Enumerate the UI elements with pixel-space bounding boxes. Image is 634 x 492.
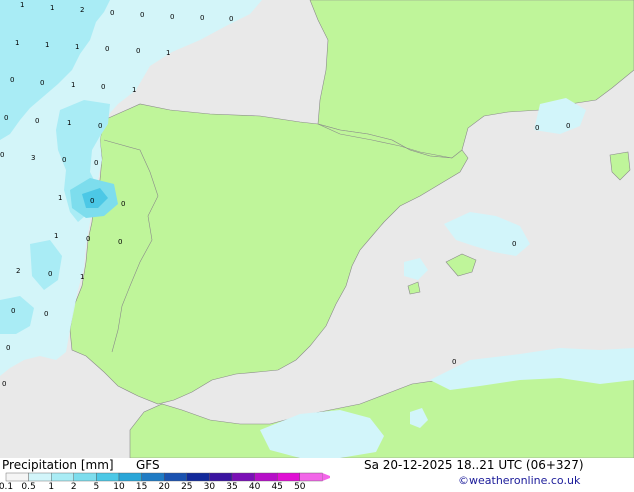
scale-swatch xyxy=(118,472,142,482)
value-label: 0 xyxy=(6,344,10,352)
value-label: 0 xyxy=(110,9,114,17)
value-label: 1 xyxy=(71,81,75,89)
value-label: 2 xyxy=(16,267,20,275)
value-label: 0 xyxy=(44,310,48,318)
value-label: 0 xyxy=(170,13,174,21)
value-label: 0 xyxy=(512,240,516,248)
scale-swatch xyxy=(163,472,187,482)
scale-swatch xyxy=(299,472,323,482)
value-label: 0 xyxy=(535,124,539,132)
model-name: GFS xyxy=(136,458,160,472)
value-label: 1 xyxy=(67,119,71,127)
scale-swatch xyxy=(5,472,29,482)
value-label: 0 xyxy=(4,114,8,122)
value-label: 3 xyxy=(31,154,35,162)
scale-swatch xyxy=(141,472,165,482)
scale-tick-label: 10 xyxy=(113,482,125,492)
scale-tick-label: 5 xyxy=(93,482,100,492)
value-label: 1 xyxy=(75,43,79,51)
value-label: 0 xyxy=(566,122,570,130)
precipitation-map: 1 1 2 0 0 0 0 0 1 1 1 0 0 1 0 0 1 0 1 0 … xyxy=(0,0,634,459)
scale-swatch xyxy=(51,472,75,482)
scale-tick-label: 0.1 xyxy=(0,482,14,492)
scale-swatch xyxy=(231,472,255,482)
value-label: 1 xyxy=(132,86,136,94)
value-label: 0 xyxy=(105,45,109,53)
value-label: 0 xyxy=(140,11,144,19)
scale-ticks: 0.1 0.5 1 2 5 10 15 20 25 30 35 40 45 50 xyxy=(0,482,330,492)
scale-tick-label: 1 xyxy=(48,482,55,492)
scale-tick-label: 20 xyxy=(158,482,170,492)
value-label: 0 xyxy=(98,122,102,130)
scale-tick-label: 45 xyxy=(271,482,283,492)
value-label: 0 xyxy=(11,307,15,315)
run-time: Sa 20-12-2025 18..21 UTC (06+327) xyxy=(364,458,584,472)
value-label: 1 xyxy=(15,39,19,47)
value-label: 1 xyxy=(80,273,84,281)
scale-swatch xyxy=(28,472,52,482)
credit-link[interactable]: ©weatheronline.co.uk xyxy=(458,474,580,487)
scale-swatch xyxy=(254,472,278,482)
value-label: 0 xyxy=(10,76,14,84)
scale-swatch xyxy=(209,472,233,482)
value-label: 2 xyxy=(80,6,84,14)
value-label: 0 xyxy=(118,238,122,246)
scale-arrow xyxy=(322,473,330,481)
value-label: 0 xyxy=(90,197,94,205)
value-label: 0 xyxy=(121,200,125,208)
value-label: 1 xyxy=(20,1,24,9)
value-label: 0 xyxy=(62,156,66,164)
value-label: 0 xyxy=(0,151,4,159)
value-label: 1 xyxy=(166,49,170,57)
value-label: 0 xyxy=(86,235,90,243)
legend-title: Precipitation [mm] xyxy=(2,458,114,472)
value-label: 0 xyxy=(94,159,98,167)
value-label: 0 xyxy=(229,15,233,23)
value-label: 0 xyxy=(35,117,39,125)
scale-tick-label: 35 xyxy=(226,482,238,492)
value-label: 1 xyxy=(58,194,62,202)
scale-tick-label: 50 xyxy=(294,482,306,492)
value-label: 0 xyxy=(2,380,6,388)
scale-tick-label: 30 xyxy=(203,482,216,492)
value-label: 0 xyxy=(452,358,456,366)
map-canvas: 1 1 2 0 0 0 0 0 1 1 1 0 0 1 0 0 1 0 1 0 … xyxy=(0,0,634,459)
value-label: 1 xyxy=(45,41,49,49)
scale-tick-label: 15 xyxy=(135,482,148,492)
value-label: 0 xyxy=(200,14,204,22)
value-label: 0 xyxy=(48,270,52,278)
scale-swatch xyxy=(73,472,97,482)
scale-tick-label: 0.5 xyxy=(21,482,36,492)
scale-swatch xyxy=(186,472,210,482)
scale-swatch xyxy=(96,472,120,482)
scale-tick-label: 25 xyxy=(181,482,193,492)
value-label: 1 xyxy=(54,232,58,240)
value-label: 0 xyxy=(101,83,105,91)
value-label: 1 xyxy=(50,4,54,12)
scale-tick-label: 2 xyxy=(70,482,77,492)
scale-swatch xyxy=(277,472,301,482)
scale-tick-label: 40 xyxy=(248,482,261,492)
legend-bar: Precipitation [mm] GFS Sa 20-12-2025 18.… xyxy=(0,458,634,492)
value-label: 0 xyxy=(40,79,44,87)
value-label: 0 xyxy=(136,47,140,55)
